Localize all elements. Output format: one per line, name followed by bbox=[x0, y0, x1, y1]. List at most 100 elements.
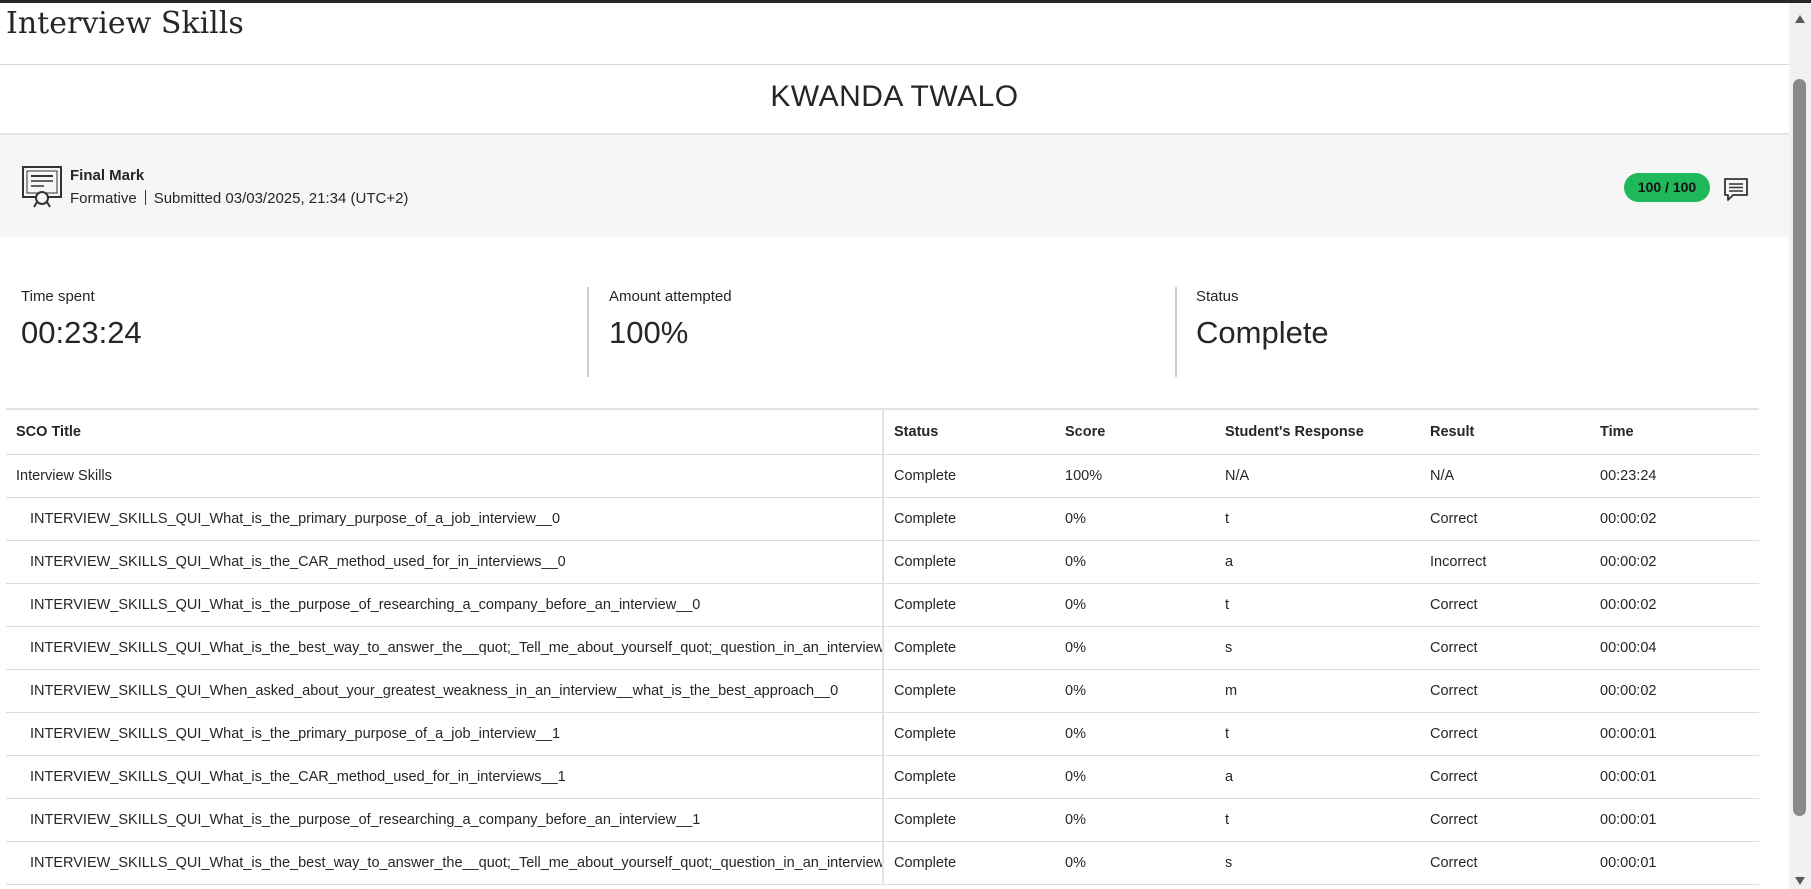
student-response-cell: N/A bbox=[1215, 454, 1420, 498]
status-cell: Complete bbox=[883, 798, 1055, 842]
status-cell: Complete bbox=[883, 454, 1055, 498]
table-row: INTERVIEW_SKILLS_QUI_What_is_the_primary… bbox=[6, 497, 1759, 541]
student-response-cell: s bbox=[1215, 841, 1420, 885]
score-cell: 100% bbox=[1055, 454, 1215, 498]
score-cell: 0% bbox=[1055, 497, 1215, 541]
sco-title-cell: INTERVIEW_SKILLS_QUI_What_is_the_CAR_met… bbox=[6, 540, 884, 584]
time-cell: 00:00:01 bbox=[1590, 841, 1759, 885]
time-cell: 00:23:24 bbox=[1590, 454, 1759, 498]
student-response-cell: t bbox=[1215, 583, 1420, 627]
result-cell: Correct bbox=[1420, 712, 1590, 756]
status-cell: Complete bbox=[883, 540, 1055, 584]
status-cell: Complete bbox=[883, 626, 1055, 670]
student-response-cell: a bbox=[1215, 755, 1420, 799]
stat-status: Status Complete bbox=[1196, 288, 1329, 351]
grade-summary: Final Mark Formative Submitted 03/03/2025… bbox=[0, 135, 1789, 237]
result-cell: Correct bbox=[1420, 755, 1590, 799]
separator bbox=[144, 190, 146, 205]
scroll-up-arrow-icon[interactable] bbox=[1795, 15, 1805, 23]
time-cell: 00:00:01 bbox=[1590, 755, 1759, 799]
time-cell: 00:00:02 bbox=[1590, 669, 1759, 713]
table-row: INTERVIEW_SKILLS_QUI_What_is_the_purpose… bbox=[6, 798, 1759, 842]
scroll-down-arrow-icon[interactable] bbox=[1795, 877, 1805, 885]
time-cell: 00:00:04 bbox=[1590, 626, 1759, 670]
status-cell: Complete bbox=[883, 841, 1055, 885]
score-cell: 0% bbox=[1055, 798, 1215, 842]
time-cell: 00:00:02 bbox=[1590, 497, 1759, 541]
time-cell: 00:00:02 bbox=[1590, 540, 1759, 584]
stat-label: Time spent bbox=[21, 288, 95, 305]
student-response-cell: t bbox=[1215, 497, 1420, 541]
column-header-time: Time bbox=[1590, 408, 1759, 455]
sco-title-cell: INTERVIEW_SKILLS_QUI_What_is_the_purpose… bbox=[6, 583, 884, 627]
submission-date: Submitted 03/03/2025, 21:34 (UTC+2) bbox=[153, 190, 409, 207]
column-header-score: Score bbox=[1055, 408, 1215, 455]
result-cell: Incorrect bbox=[1420, 540, 1590, 584]
grade-score-badge[interactable]: 100 / 100 bbox=[1624, 173, 1710, 202]
stat-value: 00:23:24 bbox=[21, 315, 142, 350]
table-row: INTERVIEW_SKILLS_QUI_What_is_the_primary… bbox=[6, 712, 1759, 756]
feedback-comment-icon[interactable] bbox=[1723, 176, 1749, 202]
stat-label: Status bbox=[1196, 288, 1239, 305]
scrollbar-thumb[interactable] bbox=[1793, 79, 1806, 816]
score-cell: 0% bbox=[1055, 583, 1215, 627]
grade-title: Final Mark bbox=[70, 167, 145, 184]
sco-title-cell: Interview Skills bbox=[6, 454, 884, 498]
table-row: INTERVIEW_SKILLS_QUI_What_is_the_best_wa… bbox=[6, 841, 1759, 885]
stat-divider bbox=[1175, 287, 1177, 377]
student-response-cell: t bbox=[1215, 798, 1420, 842]
stat-time-spent: Time spent 00:23:24 bbox=[21, 288, 142, 351]
column-header-result: Result bbox=[1420, 408, 1590, 455]
student-name: KWANDA TWALO bbox=[770, 80, 1019, 113]
vertical-scrollbar[interactable] bbox=[1789, 3, 1811, 889]
status-cell: Complete bbox=[883, 497, 1055, 541]
result-cell: Correct bbox=[1420, 841, 1590, 885]
student-header: KWANDA TWALO bbox=[0, 65, 1789, 135]
result-cell: Correct bbox=[1420, 669, 1590, 713]
column-header-status: Status bbox=[883, 408, 1055, 455]
student-response-cell: t bbox=[1215, 712, 1420, 756]
status-cell: Complete bbox=[883, 712, 1055, 756]
time-cell: 00:00:01 bbox=[1590, 798, 1759, 842]
table-row: INTERVIEW_SKILLS_QUI_What_is_the_CAR_met… bbox=[6, 540, 1759, 584]
student-response-cell: s bbox=[1215, 626, 1420, 670]
grade-details: Formative Submitted 03/03/2025, 21:34 (UT… bbox=[70, 190, 408, 207]
column-header-sco-title: SCO Title bbox=[6, 408, 884, 455]
stat-value: 100% bbox=[609, 315, 689, 350]
score-cell: 0% bbox=[1055, 626, 1215, 670]
score-cell: 0% bbox=[1055, 755, 1215, 799]
result-cell: N/A bbox=[1420, 454, 1590, 498]
column-header-student-response: Student's Response bbox=[1215, 408, 1420, 455]
sco-title-cell: INTERVIEW_SKILLS_QUI_What_is_the_best_wa… bbox=[6, 626, 884, 670]
result-cell: Correct bbox=[1420, 626, 1590, 670]
sco-title-cell: INTERVIEW_SKILLS_QUI_What_is_the_CAR_met… bbox=[6, 755, 884, 799]
student-response-cell: m bbox=[1215, 669, 1420, 713]
table-row: INTERVIEW_SKILLS_QUI_When_asked_about_yo… bbox=[6, 669, 1759, 713]
status-cell: Complete bbox=[883, 669, 1055, 713]
table-row: Interview Skills Complete 100% N/A N/A 00:23:… bbox=[6, 454, 1759, 498]
page-title: Interview Skills bbox=[6, 6, 244, 41]
table-row: INTERVIEW_SKILLS_QUI_What_is_the_purpose… bbox=[6, 583, 1759, 627]
stat-label: Amount attempted bbox=[609, 288, 732, 305]
sco-title-cell: INTERVIEW_SKILLS_QUI_What_is_the_purpose… bbox=[6, 798, 884, 842]
table-row: INTERVIEW_SKILLS_QUI_What_is_the_best_wa… bbox=[6, 626, 1759, 670]
status-cell: Complete bbox=[883, 583, 1055, 627]
sco-title-cell: INTERVIEW_SKILLS_QUI_When_asked_about_yo… bbox=[6, 669, 884, 713]
time-cell: 00:00:02 bbox=[1590, 583, 1759, 627]
sco-title-cell: INTERVIEW_SKILLS_QUI_What_is_the_primary… bbox=[6, 497, 884, 541]
status-cell: Complete bbox=[883, 755, 1055, 799]
stat-divider bbox=[587, 287, 589, 377]
certificate-icon bbox=[22, 166, 62, 208]
score-cell: 0% bbox=[1055, 669, 1215, 713]
student-response-cell: a bbox=[1215, 540, 1420, 584]
result-cell: Correct bbox=[1420, 583, 1590, 627]
stat-amount-attempted: Amount attempted 100% bbox=[609, 288, 732, 351]
result-cell: Correct bbox=[1420, 798, 1590, 842]
score-cell: 0% bbox=[1055, 712, 1215, 756]
result-cell: Correct bbox=[1420, 497, 1590, 541]
stat-value: Complete bbox=[1196, 315, 1329, 350]
time-cell: 00:00:01 bbox=[1590, 712, 1759, 756]
table-header-row: SCO Title Status Score Student's Respons… bbox=[6, 408, 1759, 455]
sco-results-table: SCO Title Status Score Student's Respons… bbox=[6, 408, 1759, 885]
sco-title-cell: INTERVIEW_SKILLS_QUI_What_is_the_best_wa… bbox=[6, 841, 884, 885]
